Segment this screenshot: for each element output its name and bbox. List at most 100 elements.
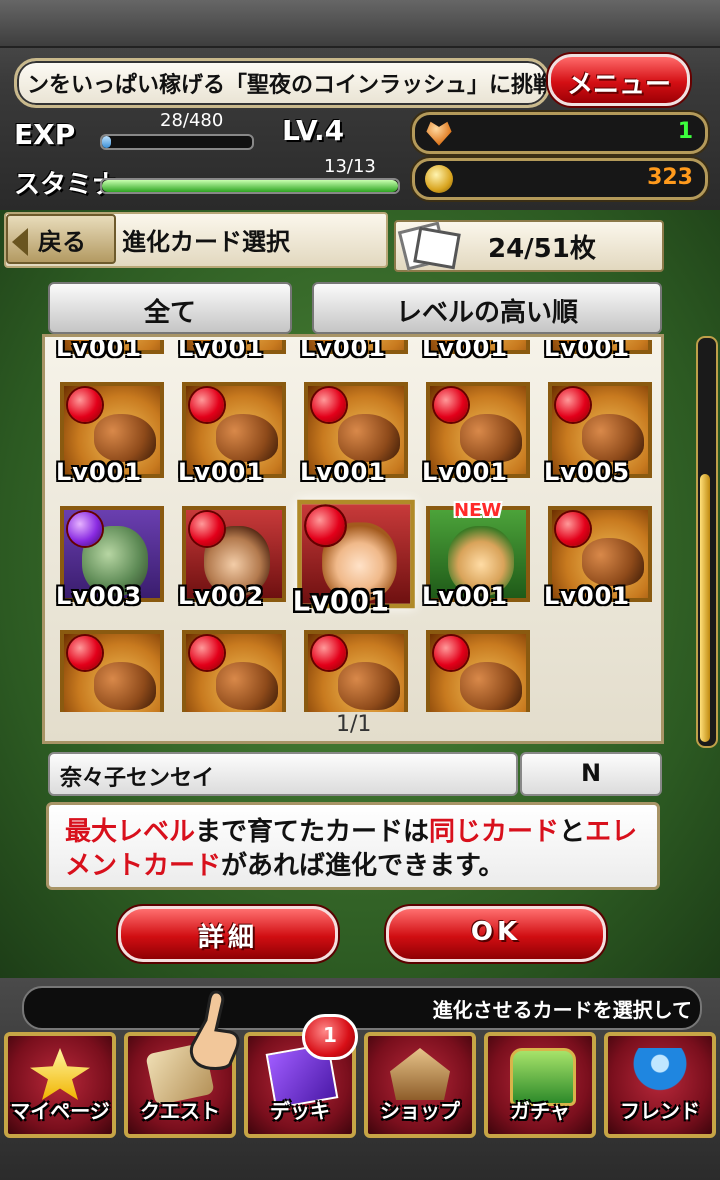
evolution-info-text: 最大レベルまで育てたカードは同じカードとエレメントカードがあれば進化できます。 — [65, 815, 649, 883]
nav-friend-label: フレンド — [620, 1099, 700, 1123]
card-list-scrollbar[interactable] — [696, 336, 718, 748]
rabbit-creature-art — [216, 662, 278, 710]
card-level-label: Lv005 — [544, 458, 631, 486]
back-button-label: 戻る — [38, 228, 86, 256]
nav-shop-label: ショップ — [380, 1099, 460, 1123]
card-level-label: Lv001 — [292, 585, 390, 618]
card-slot[interactable]: Lv001 — [544, 340, 652, 362]
red-element-orb-icon — [190, 388, 224, 422]
red-element-orb-icon — [312, 636, 346, 670]
card-slot[interactable] — [182, 630, 286, 712]
stamina-bar-fill — [102, 180, 398, 192]
news-ticker-text: ンをいっぱい稼げる「聖夜のコインラッシュ」に挑戦 — [27, 73, 550, 98]
selected-card-name-bar: 奈々子センセイ — [48, 752, 518, 796]
red-element-orb-icon — [556, 512, 590, 546]
card-slot[interactable]: Lv005 — [544, 382, 652, 486]
nav-mypage-label: マイページ — [10, 1099, 110, 1123]
sort-order-label: レベルの高い順 — [395, 298, 578, 328]
rabbit-creature-art — [216, 414, 278, 462]
menu-button[interactable]: メニュー — [548, 54, 690, 106]
rabbit-creature-art — [338, 662, 400, 710]
scrollbar-thumb[interactable] — [700, 474, 710, 742]
menu-button-label: メニュー — [566, 70, 671, 100]
rabbit-creature-art — [338, 414, 400, 462]
card-slot[interactable]: Lv001 — [178, 340, 286, 362]
gem-count: 1 — [677, 119, 693, 144]
info-text-segment: があれば進化できます。 — [221, 851, 505, 881]
card-slot[interactable]: Lv003 — [56, 506, 164, 610]
card-level-label: Lv001 — [56, 458, 143, 486]
shop-icon — [390, 1048, 450, 1100]
rabbit-creature-art — [94, 414, 156, 462]
card-slot[interactable] — [60, 630, 164, 712]
filter-all-button[interactable]: 全て — [48, 282, 292, 334]
card-level-label: Lv001 — [56, 340, 143, 362]
stamina-value: 13/13 — [324, 156, 376, 177]
selected-card-name: 奈々子センセイ — [60, 766, 215, 791]
detail-button-label: 詳細 — [197, 923, 258, 953]
deck-notification-badge: 1 — [302, 1014, 358, 1060]
coin-counter: 323 — [412, 158, 708, 200]
page-indicator: 1/1 — [336, 712, 372, 737]
detail-button[interactable]: 詳細 — [118, 906, 338, 962]
rabbit-creature-art — [460, 414, 522, 462]
nav-shop[interactable]: ショップ — [364, 1032, 476, 1138]
nav-gacha-label: ガチャ — [510, 1099, 570, 1123]
card-level-label: Lv001 — [300, 458, 387, 486]
stamina-bar — [100, 178, 400, 194]
pointing-hand-icon — [189, 990, 240, 1070]
header-rim — [0, 0, 720, 48]
ok-button[interactable]: OK — [386, 906, 606, 962]
card-slot[interactable]: Lv001 — [300, 340, 408, 362]
rabbit-creature-art — [94, 662, 156, 710]
nav-deck-label: デッキ — [270, 1099, 330, 1123]
card-level-label: Lv001 — [300, 340, 387, 362]
exp-bar-fill — [102, 136, 111, 148]
card-slot[interactable]: Lv001 — [56, 382, 164, 486]
exp-bar — [100, 134, 254, 150]
card-slot[interactable] — [426, 630, 530, 712]
card-slot[interactable]: Lv001 — [293, 499, 415, 617]
sort-order-button[interactable]: レベルの高い順 — [312, 282, 662, 334]
card-slot[interactable]: Lv001 — [56, 340, 164, 362]
red-element-orb-icon — [556, 388, 590, 422]
back-arrow-icon — [12, 228, 28, 256]
red-element-orb-icon — [190, 636, 224, 670]
red-element-orb-icon — [312, 388, 346, 422]
card-slot[interactable]: Lv001 — [422, 340, 530, 362]
nav-friend[interactable]: フレンド — [604, 1032, 716, 1138]
heart-gem-icon — [426, 121, 452, 146]
rabbit-creature-art — [582, 414, 644, 462]
card-level-label: Lv001 — [544, 582, 631, 610]
rabbit-creature-art — [460, 662, 522, 710]
info-text-segment: まで育てたカードは — [195, 817, 430, 847]
card-slot[interactable]: Lv001 — [422, 382, 530, 486]
card-slot[interactable]: Lv001 — [300, 382, 408, 486]
red-element-orb-icon — [190, 512, 224, 546]
ok-button-label: OK — [470, 917, 522, 947]
info-highlight-text: 最大レベル — [65, 817, 196, 847]
info-highlight-text: 同じカード — [429, 817, 560, 847]
card-slot[interactable]: Lv001 — [178, 382, 286, 486]
rabbit-creature-art — [582, 538, 644, 586]
card-level-label: Lv001 — [544, 340, 631, 362]
page-title: 進化カード選択 — [122, 228, 290, 256]
card-level-label: Lv001 — [422, 582, 509, 610]
nav-mypage[interactable]: マイページ — [4, 1032, 116, 1138]
cards-icon-back — [413, 226, 461, 270]
level-label: LV.4 — [282, 114, 345, 147]
purple-element-orb-icon — [68, 512, 102, 546]
card-slot[interactable] — [304, 630, 408, 712]
selected-card-rarity-bar: N — [520, 752, 662, 796]
nav-gacha[interactable]: ガチャ — [484, 1032, 596, 1138]
red-element-orb-icon — [68, 388, 102, 422]
card-slot[interactable]: Lv002 — [178, 506, 286, 610]
info-text-segment: と — [559, 817, 586, 847]
news-ticker[interactable]: ンをいっぱい稼げる「聖夜のコインラッシュ」に挑戦 — [14, 58, 550, 108]
card-level-label: Lv001 — [422, 458, 509, 486]
card-slot[interactable]: Lv001 — [544, 506, 652, 610]
selected-card-rarity: N — [580, 759, 602, 787]
evolution-info-box: 最大レベルまで育てたカードは同じカードとエレメントカードがあれば進化できます。 — [46, 802, 660, 890]
card-grid[interactable]: Lv001 Lv001 Lv001 Lv001 Lv001 Lv001 Lv001 Lv001… — [46, 340, 660, 712]
friend-icon — [630, 1048, 690, 1100]
